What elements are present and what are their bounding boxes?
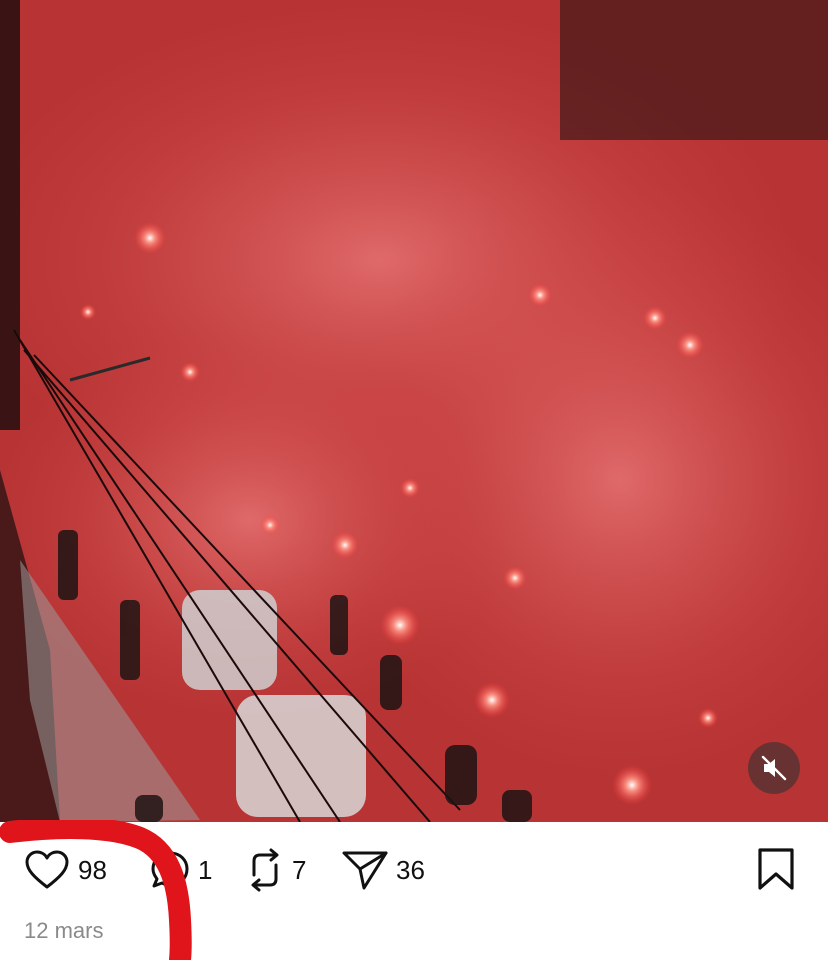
comment-button[interactable]: 1 [150,842,212,898]
heart-icon [25,850,69,889]
share-button[interactable]: 36 [342,842,425,898]
like-button[interactable]: 98 [24,842,107,898]
bookmark-icon [758,848,794,890]
comment-count: 1 [198,854,213,885]
comment-bubble-icon [151,851,189,888]
speaker-muted-icon [761,755,787,781]
post-video[interactable] [0,0,828,822]
mute-toggle-button[interactable] [748,742,800,794]
repost-count: 7 [292,854,307,885]
like-count: 98 [78,854,107,885]
repost-button[interactable]: 7 [246,842,306,898]
repost-icon [251,848,279,892]
paper-plane-icon [342,851,388,890]
video-frame [0,0,828,822]
share-count: 36 [396,854,425,885]
save-button[interactable] [756,848,804,892]
post-date: 12 mars [24,918,104,943]
